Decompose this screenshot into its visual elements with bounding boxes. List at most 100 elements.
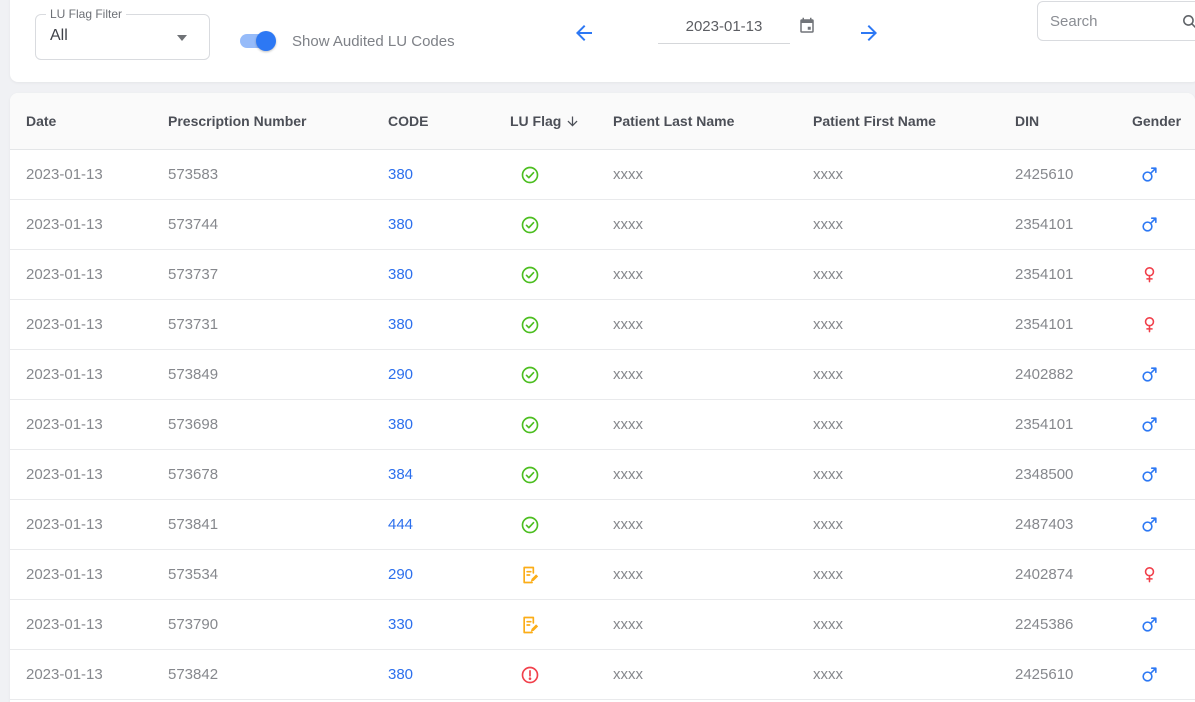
toggle-thumb-icon <box>256 31 276 51</box>
male-icon <box>1140 465 1159 484</box>
cell-patient-last-name: xxxx <box>613 466 813 483</box>
error-circle-icon <box>520 665 540 685</box>
calendar-icon <box>798 17 816 35</box>
check-circle-icon <box>520 515 540 535</box>
code-link[interactable]: 380 <box>388 416 413 433</box>
cell-patient-first-name: xxxx <box>813 366 1015 383</box>
code-link[interactable]: 290 <box>388 366 413 383</box>
male-icon <box>1140 515 1159 534</box>
cell-patient-last-name: xxxx <box>613 166 813 183</box>
table-header: Date Prescription Number CODE LU Flag Pa… <box>10 93 1195 150</box>
cell-din: 2402882 <box>1015 366 1132 383</box>
code-link[interactable]: 290 <box>388 566 413 583</box>
cell-prescription-number: 573737 <box>168 266 388 283</box>
code-link[interactable]: 380 <box>388 266 413 283</box>
code-link[interactable]: 380 <box>388 216 413 233</box>
cell-patient-first-name: xxxx <box>813 516 1015 533</box>
table-row: 2023-01-13 573698 380 xxxx xxxx 2354101 <box>10 400 1195 450</box>
cell-patient-last-name: xxxx <box>613 216 813 233</box>
check-circle-icon <box>520 315 540 335</box>
cell-prescription-number: 573842 <box>168 666 388 683</box>
cell-date: 2023-01-13 <box>26 416 168 433</box>
cell-patient-first-name: xxxx <box>813 316 1015 333</box>
cell-date: 2023-01-13 <box>26 616 168 633</box>
cell-prescription-number: 573849 <box>168 366 388 383</box>
cell-patient-first-name: xxxx <box>813 616 1015 633</box>
arrow-left-icon <box>572 21 596 45</box>
cell-prescription-number: 573583 <box>168 166 388 183</box>
code-link[interactable]: 444 <box>388 516 413 533</box>
cell-date: 2023-01-13 <box>26 216 168 233</box>
code-link[interactable]: 380 <box>388 166 413 183</box>
female-icon <box>1140 265 1159 284</box>
column-header-gender[interactable]: Gender <box>1132 113 1195 129</box>
table-row: 2023-01-13 573731 380 xxxx xxxx 2354101 <box>10 300 1195 350</box>
check-circle-icon <box>520 265 540 285</box>
next-day-button[interactable] <box>857 21 881 45</box>
cell-patient-last-name: xxxx <box>613 366 813 383</box>
cell-prescription-number: 573790 <box>168 616 388 633</box>
male-icon <box>1140 665 1159 684</box>
table-row: 2023-01-13 573534 290 xxxx xxxx 2402874 <box>10 550 1195 600</box>
cell-din: 2348500 <box>1015 466 1132 483</box>
column-header-patient-last-name[interactable]: Patient Last Name <box>613 113 813 129</box>
female-icon <box>1140 315 1159 334</box>
female-icon <box>1140 565 1159 584</box>
cell-date: 2023-01-13 <box>26 516 168 533</box>
code-link[interactable]: 330 <box>388 616 413 633</box>
lu-codes-table: Date Prescription Number CODE LU Flag Pa… <box>10 93 1195 702</box>
column-header-patient-first-name[interactable]: Patient First Name <box>813 113 1015 129</box>
male-icon <box>1140 415 1159 434</box>
previous-day-button[interactable] <box>572 21 596 45</box>
calendar-picker-button[interactable] <box>798 16 818 36</box>
cell-prescription-number: 573731 <box>168 316 388 333</box>
cell-patient-first-name: xxxx <box>813 266 1015 283</box>
check-circle-icon <box>520 465 540 485</box>
column-header-lu-flag[interactable]: LU Flag <box>510 113 613 129</box>
cell-date: 2023-01-13 <box>26 316 168 333</box>
cell-patient-first-name: xxxx <box>813 466 1015 483</box>
table-row: 2023-01-13 573841 444 xxxx xxxx 2487403 <box>10 500 1195 550</box>
male-icon <box>1140 165 1159 184</box>
search-input[interactable] <box>1050 2 1180 40</box>
search-icon <box>1181 13 1195 30</box>
cell-din: 2354101 <box>1015 416 1132 433</box>
cell-din: 2245386 <box>1015 616 1132 633</box>
cell-patient-first-name: xxxx <box>813 416 1015 433</box>
date-value: 2023-01-13 <box>686 18 763 35</box>
cell-date: 2023-01-13 <box>26 566 168 583</box>
column-header-code[interactable]: CODE <box>388 113 510 129</box>
cell-din: 2402874 <box>1015 566 1132 583</box>
male-icon <box>1140 615 1159 634</box>
table-row: 2023-01-13 573842 380 xxxx xxxx 2425610 <box>10 650 1195 700</box>
check-circle-icon <box>520 165 540 185</box>
check-circle-icon <box>520 215 540 235</box>
column-header-din[interactable]: DIN <box>1015 113 1132 129</box>
search-box <box>1037 1 1195 41</box>
column-header-date[interactable]: Date <box>26 113 168 129</box>
table-row: 2023-01-13 573737 380 xxxx xxxx 2354101 <box>10 250 1195 300</box>
cell-patient-last-name: xxxx <box>613 666 813 683</box>
cell-prescription-number: 573841 <box>168 516 388 533</box>
cell-prescription-number: 573744 <box>168 216 388 233</box>
show-audited-toggle[interactable] <box>240 31 278 51</box>
arrow-right-icon <box>857 21 881 45</box>
cell-date: 2023-01-13 <box>26 166 168 183</box>
cell-patient-last-name: xxxx <box>613 266 813 283</box>
code-link[interactable]: 380 <box>388 666 413 683</box>
cell-din: 2354101 <box>1015 266 1132 283</box>
lu-flag-filter-select[interactable]: LU Flag Filter All <box>35 14 210 60</box>
table-row: 2023-01-13 573744 380 xxxx xxxx 2354101 <box>10 200 1195 250</box>
date-input[interactable]: 2023-01-13 <box>658 12 790 44</box>
column-header-prescription-number[interactable]: Prescription Number <box>168 113 388 129</box>
code-link[interactable]: 384 <box>388 466 413 483</box>
table-row: 2023-01-13 573678 384 xxxx xxxx 2348500 <box>10 450 1195 500</box>
show-audited-toggle-group: Show Audited LU Codes <box>240 31 455 51</box>
cell-din: 2487403 <box>1015 516 1132 533</box>
cell-patient-last-name: xxxx <box>613 416 813 433</box>
cell-prescription-number: 573678 <box>168 466 388 483</box>
table-row: 2023-01-13 573583 380 xxxx xxxx 2425610 <box>10 150 1195 200</box>
edit-document-icon <box>520 615 540 635</box>
table-row: 2023-01-13 573849 290 xxxx xxxx 2402882 <box>10 350 1195 400</box>
code-link[interactable]: 380 <box>388 316 413 333</box>
